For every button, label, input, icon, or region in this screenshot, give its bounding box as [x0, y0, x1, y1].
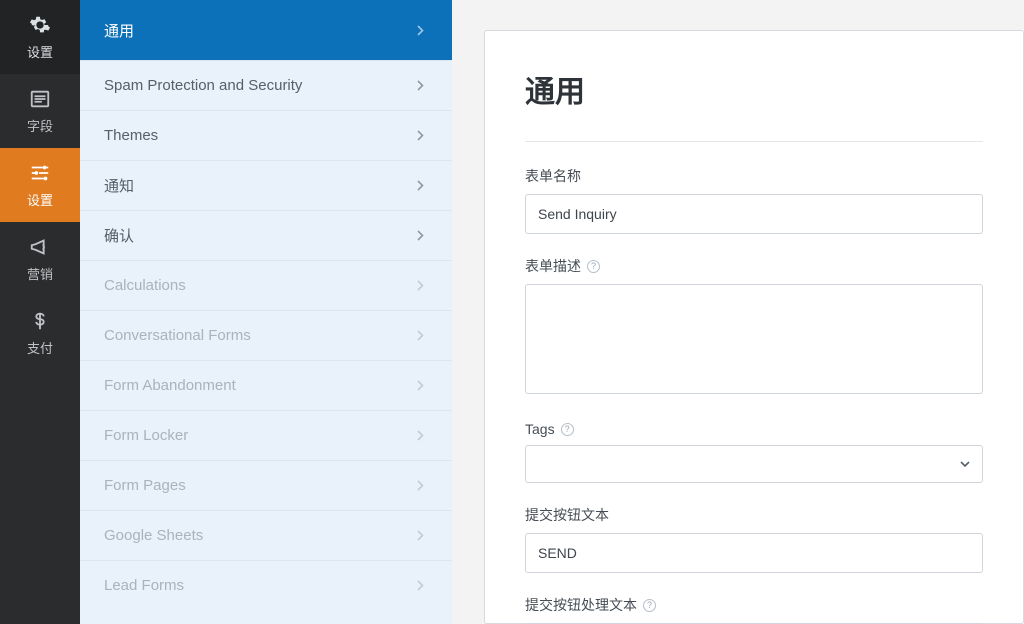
field-submit-text: 提交按钮文本 — [525, 505, 983, 573]
rail-item-label: 设置 — [27, 190, 53, 209]
sidebar-item-label: Spam Protection and Security — [104, 77, 302, 94]
help-icon[interactable]: ? — [643, 599, 656, 612]
rail-item-settings[interactable]: 设置 — [0, 148, 80, 222]
sidebar-item-sheets[interactable]: Google Sheets — [80, 510, 452, 560]
label-submit-processing-text: 提交按钮处理文本 — [525, 595, 637, 615]
chevron-right-icon — [417, 230, 424, 241]
chevron-right-icon — [417, 380, 424, 391]
rail-item-top-options[interactable]: 设置 — [0, 0, 80, 74]
rail-item-fields[interactable]: 字段 — [0, 74, 80, 148]
megaphone-icon — [29, 236, 51, 258]
rail-item-label: 营销 — [27, 264, 53, 283]
sidebar-item-pages[interactable]: Form Pages — [80, 460, 452, 510]
main-area: 通用 表单名称 表单描述 ? Tags ? — [452, 0, 1024, 624]
sidebar-item-spam[interactable]: Spam Protection and Security — [80, 60, 452, 110]
sidebar-item-label: 通用 — [104, 20, 134, 41]
sidebar-item-label: Form Locker — [104, 427, 188, 444]
chevron-right-icon — [417, 180, 424, 191]
sidebar-item-themes[interactable]: Themes — [80, 110, 452, 160]
label-submit-text: 提交按钮文本 — [525, 505, 983, 525]
sidebar-item-label: 确认 — [104, 225, 134, 246]
sidebar-item-locker[interactable]: Form Locker — [80, 410, 452, 460]
sidebar-item-confirm[interactable]: 确认 — [80, 210, 452, 260]
chevron-right-icon — [417, 530, 424, 541]
label-form-desc-text: 表单描述 — [525, 256, 581, 276]
help-icon[interactable]: ? — [561, 423, 574, 436]
sidebar-item-lead[interactable]: Lead Forms — [80, 560, 452, 610]
chevron-right-icon — [417, 480, 424, 491]
sliders-icon — [29, 162, 51, 184]
textarea-form-desc[interactable] — [525, 284, 983, 394]
chevron-right-icon — [417, 330, 424, 341]
chevron-right-icon — [417, 580, 424, 591]
chevron-right-icon — [417, 80, 424, 91]
primary-rail: 设置字段设置营销支付 — [0, 0, 80, 624]
rail-item-label: 字段 — [27, 116, 53, 135]
label-form-name: 表单名称 — [525, 166, 983, 186]
sidebar-item-label: Form Pages — [104, 477, 186, 494]
field-submit-processing: 提交按钮处理文本 ? — [525, 595, 983, 624]
label-tags-text: Tags — [525, 421, 555, 437]
dollar-icon — [29, 310, 51, 332]
label-submit-processing: 提交按钮处理文本 ? — [525, 595, 983, 615]
input-form-name[interactable] — [525, 194, 983, 234]
field-tags: Tags ? — [525, 421, 983, 483]
sidebar-item-notify[interactable]: 通知 — [80, 160, 452, 210]
rail-item-label: 设置 — [27, 42, 53, 61]
sidebar-item-label: Form Abandonment — [104, 377, 236, 394]
chevron-right-icon — [417, 25, 424, 36]
divider — [525, 141, 983, 142]
sidebar-item-conv[interactable]: Conversational Forms — [80, 310, 452, 360]
label-tags: Tags ? — [525, 421, 983, 437]
chevron-right-icon — [417, 280, 424, 291]
list-icon — [29, 88, 51, 110]
sidebar-item-calc[interactable]: Calculations — [80, 260, 452, 310]
field-form-name: 表单名称 — [525, 166, 983, 234]
label-form-desc: 表单描述 ? — [525, 256, 983, 276]
input-submit-text[interactable] — [525, 533, 983, 573]
gear-icon — [29, 14, 51, 36]
rail-item-label: 支付 — [27, 338, 53, 357]
settings-sidebar: 通用 Spam Protection and Security Themes 通知确认… — [80, 0, 452, 624]
settings-panel: 通用 表单名称 表单描述 ? Tags ? — [484, 30, 1024, 624]
field-form-desc: 表单描述 ? — [525, 256, 983, 399]
chevron-right-icon — [417, 430, 424, 441]
sidebar-item-label: Lead Forms — [104, 577, 184, 594]
select-tags[interactable] — [525, 445, 983, 483]
sidebar-item-label: Google Sheets — [104, 527, 203, 544]
chevron-right-icon — [417, 130, 424, 141]
sidebar-item-abandon[interactable]: Form Abandonment — [80, 360, 452, 410]
select-tags-wrap — [525, 445, 983, 483]
sidebar-item-general[interactable]: 通用 — [80, 0, 452, 60]
sidebar-item-label: Conversational Forms — [104, 327, 251, 344]
sidebar-item-label: 通知 — [104, 175, 134, 196]
sidebar-item-label: Calculations — [104, 277, 186, 294]
help-icon[interactable]: ? — [587, 260, 600, 273]
sidebar-item-label: Themes — [104, 127, 158, 144]
rail-item-payment[interactable]: 支付 — [0, 296, 80, 370]
rail-item-marketing[interactable]: 营销 — [0, 222, 80, 296]
panel-title: 通用 — [525, 67, 983, 111]
